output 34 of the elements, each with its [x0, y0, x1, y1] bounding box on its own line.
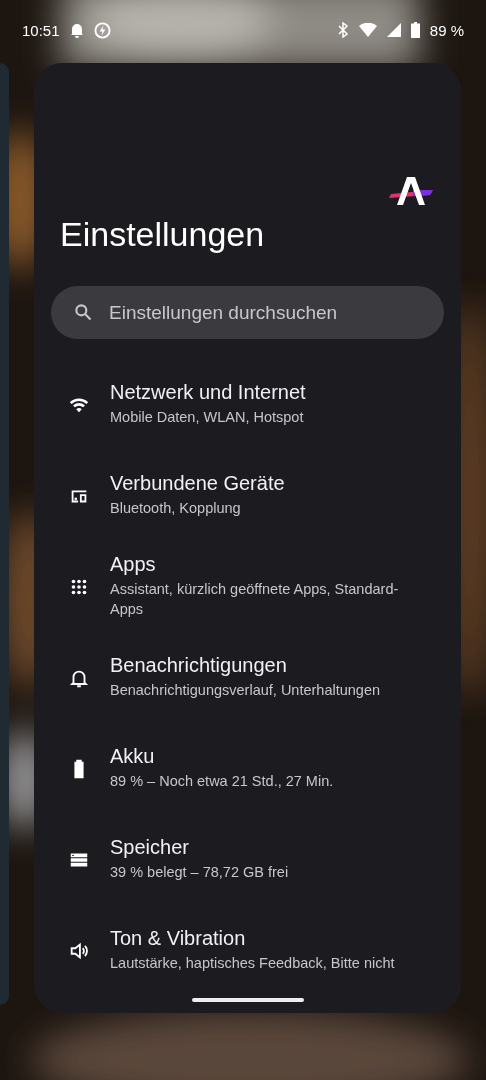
- item-title: Akku: [110, 745, 156, 769]
- item-subtitle: Benachrichtigungsverlauf, Unterhaltungen: [110, 681, 381, 701]
- item-title: Speicher: [110, 836, 190, 860]
- item-subtitle: 89 % – Noch etwa 21 Std., 27 Min.: [110, 772, 334, 792]
- item-subtitle: Lautstärke, haptisches Feedback, Bitte nicht: [110, 954, 395, 974]
- settings-item[interactable]: Akku 89 % – Noch etwa 21 Std., 27 Min.: [34, 723, 461, 814]
- item-title: Netzwerk und Internet: [110, 381, 306, 405]
- settings-item[interactable]: Verbundene Geräte Bluetooth, Kopplung: [34, 450, 461, 541]
- logo-icon: [389, 175, 435, 207]
- wifi-icon: [358, 23, 377, 37]
- lightning-circle-icon: [93, 21, 111, 39]
- bluetooth-icon: [336, 22, 349, 38]
- settings-item[interactable]: Ton & Vibration Lautstärke, haptisches Feedback, Bitte nicht: [34, 905, 461, 996]
- signal-icon: [386, 23, 401, 37]
- item-title: Benachrichtigungen: [110, 654, 288, 678]
- settings-item[interactable]: Speicher 39 % belegt – 78,72 GB frei: [34, 814, 461, 905]
- item-title: Apps: [110, 553, 157, 577]
- page-title: Einstellungen: [60, 215, 266, 254]
- item-title: Ton & Vibration: [110, 927, 247, 951]
- item-subtitle: Bluetooth, Kopplung: [110, 499, 242, 519]
- gesture-bar[interactable]: [192, 998, 304, 1002]
- search-field[interactable]: Einstellungen durchsuchen: [51, 286, 444, 339]
- battery-percentage: 89 %: [429, 21, 464, 39]
- bell-icon: [69, 22, 84, 38]
- settings-item[interactable]: Apps Assistant, kürzlich geöffnete Apps, Standard-Apps: [34, 541, 461, 632]
- settings-item[interactable]: Benachrichtigungen Benachrichtigungsverlauf, Unterhaltungen: [34, 632, 461, 723]
- item-subtitle: 39 % belegt – 78,72 GB frei: [110, 863, 289, 883]
- clock: 10:51: [22, 21, 60, 39]
- item-subtitle: Assistant, kürzlich geöffnete Apps, Standard-Apps: [110, 580, 400, 619]
- item-title: Verbundene Geräte: [110, 472, 285, 496]
- settings-item[interactable]: Netzwerk und Internet Mobile Daten, WLAN, Hotspot: [34, 359, 461, 450]
- search-icon: [73, 302, 93, 322]
- battery-icon: [410, 22, 420, 38]
- item-subtitle: Mobile Daten, WLAN, Hotspot: [110, 408, 305, 428]
